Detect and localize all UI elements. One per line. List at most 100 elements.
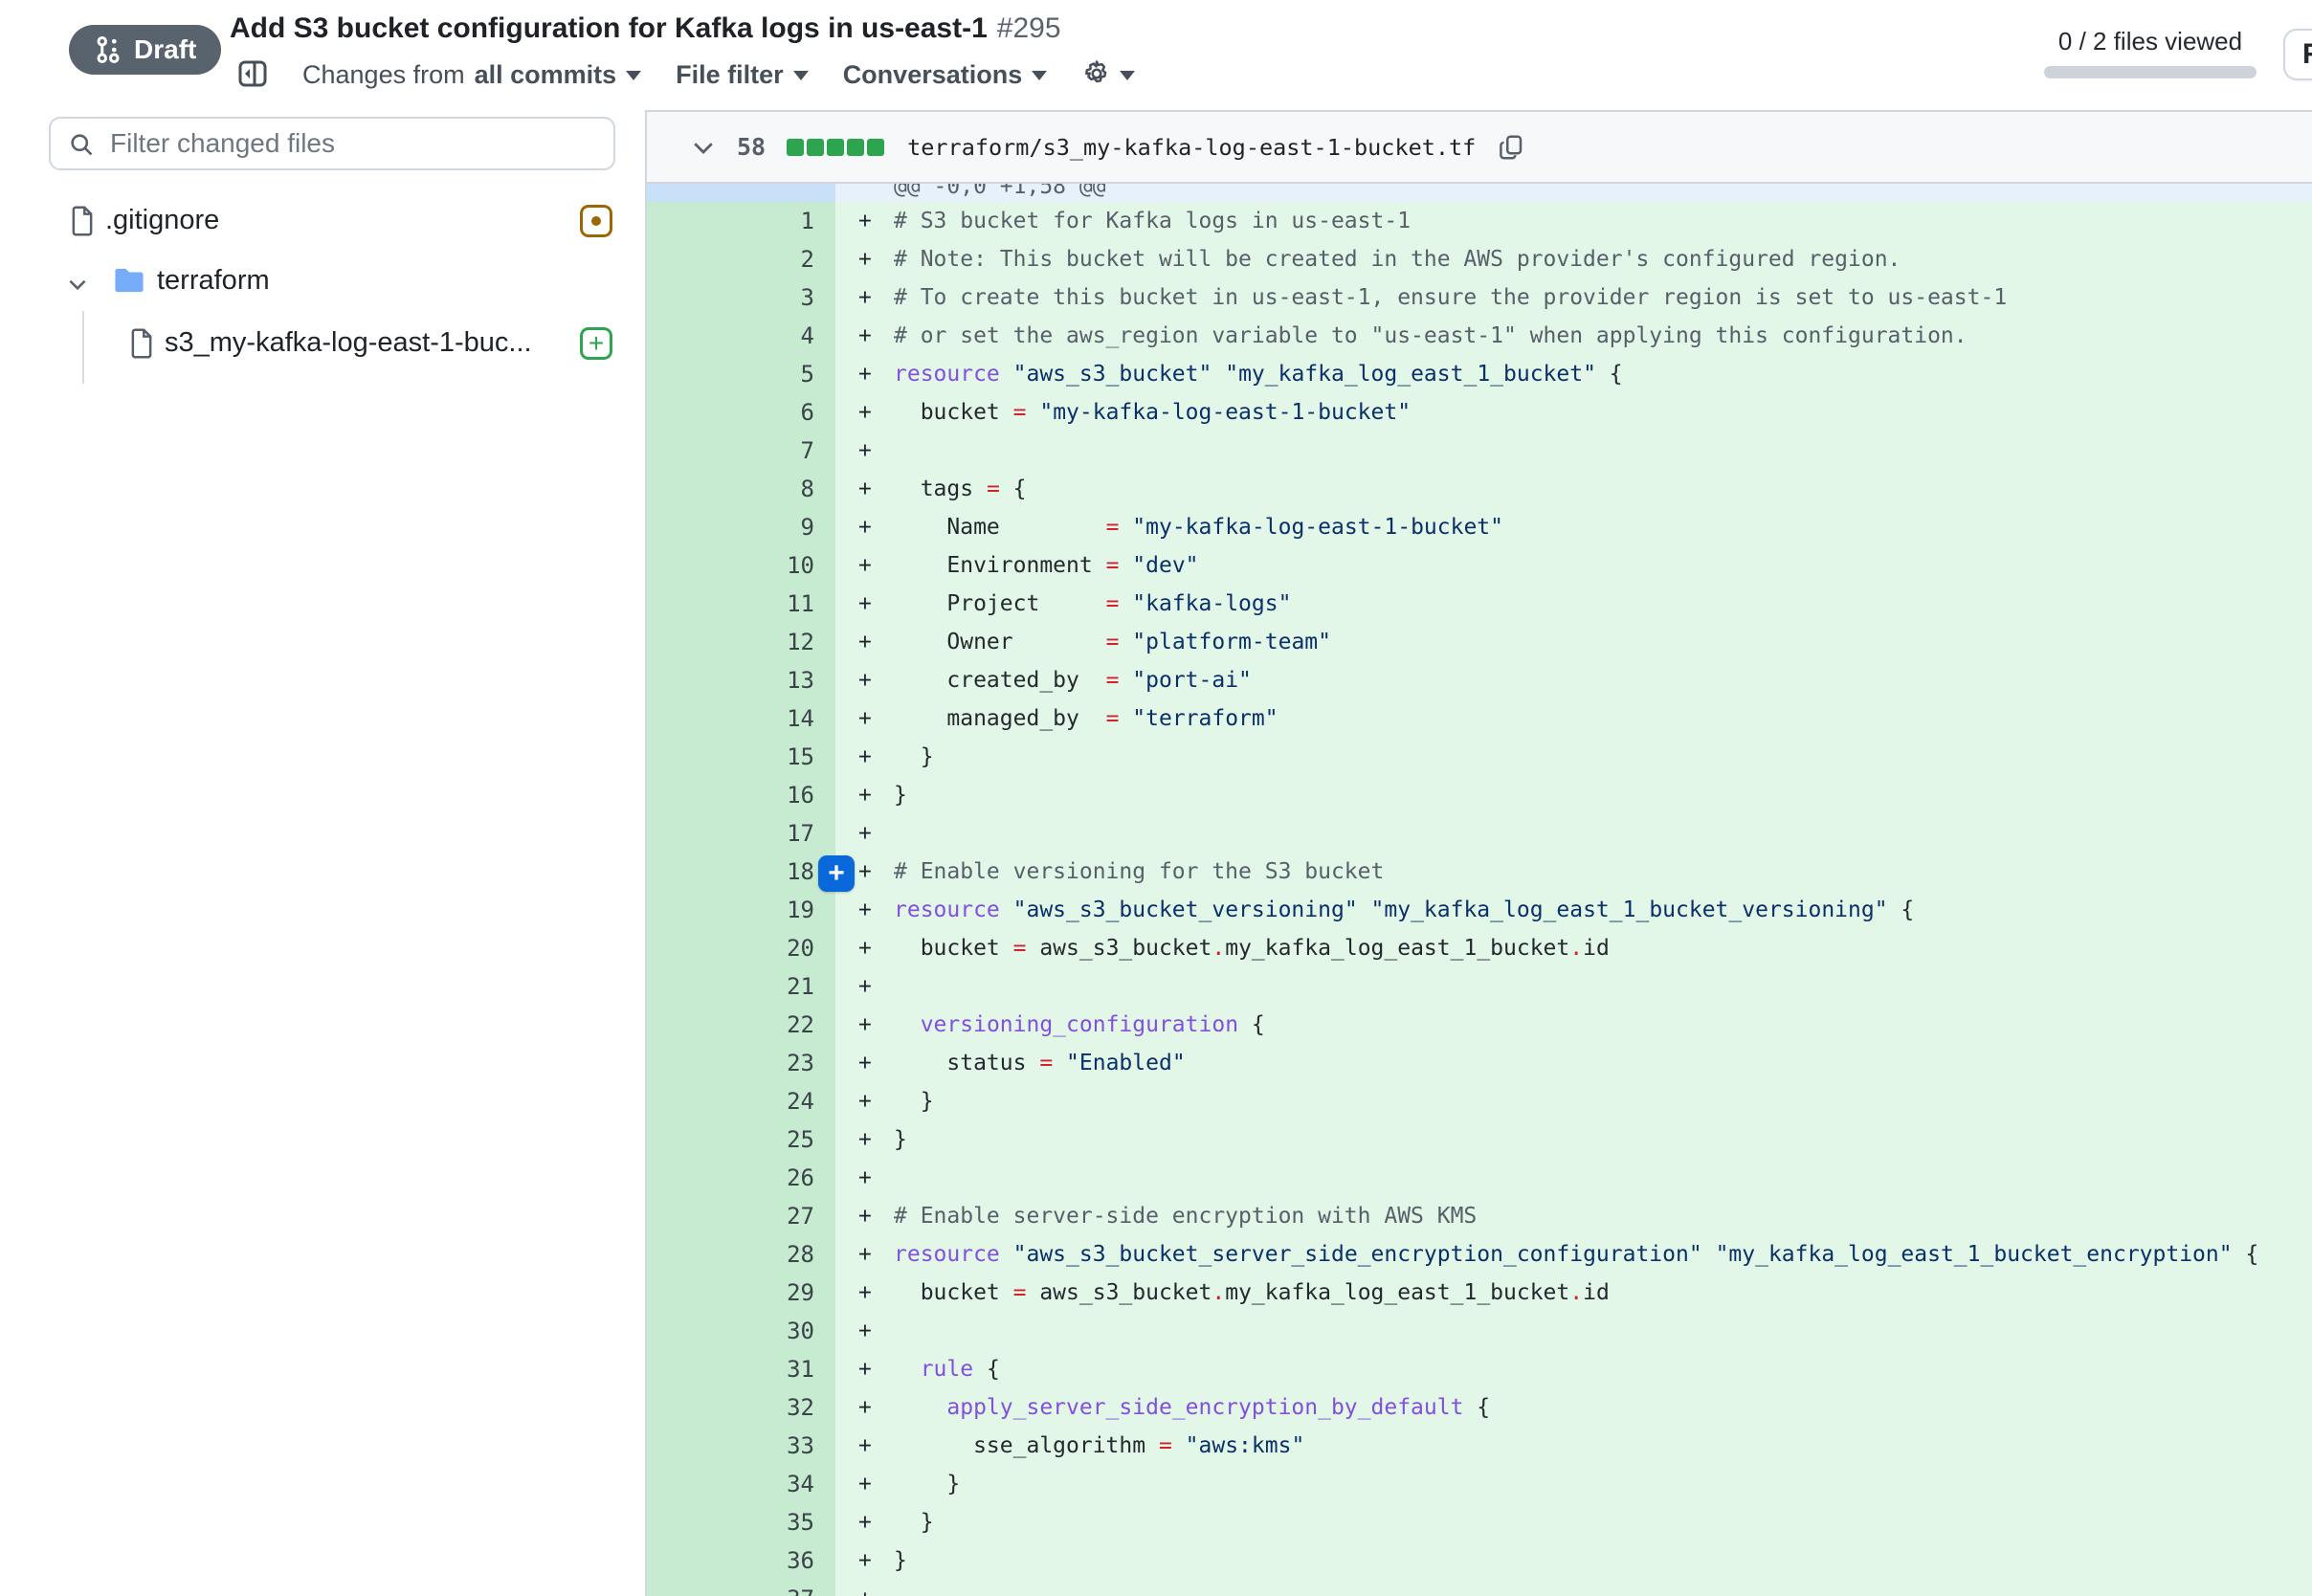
addition-marker: +	[858, 1541, 894, 1580]
line-number[interactable]: 23	[647, 1044, 835, 1082]
diff-line-row: 2+# Note: This bucket will be created in…	[647, 240, 2312, 278]
line-number[interactable]: 12	[647, 623, 835, 661]
line-number[interactable]: 20	[647, 929, 835, 967]
copy-path-button[interactable]	[1497, 133, 1525, 162]
line-number[interactable]: 37	[647, 1580, 835, 1596]
line-number[interactable]: 5	[647, 355, 835, 393]
line-number[interactable]: 6	[647, 393, 835, 432]
line-number[interactable]: 18	[647, 853, 835, 891]
line-number[interactable]: 9	[647, 508, 835, 546]
code-line: +resource "aws_s3_bucket_versioning" "my…	[835, 891, 2312, 929]
addition-marker: +	[858, 1465, 894, 1503]
code-line: + Name = "my-kafka-log-east-1-bucket"	[835, 508, 2312, 546]
line-number[interactable]: 17	[647, 814, 835, 853]
diff-line-row: 4+# or set the aws_region variable to "u…	[647, 317, 2312, 355]
line-number[interactable]: 24	[647, 1082, 835, 1120]
modified-badge	[580, 205, 612, 237]
chevron-down-icon	[1120, 71, 1135, 80]
code-line: +resource "aws_s3_bucket" "my_kafka_log_…	[835, 355, 2312, 393]
addition-marker: +	[858, 1006, 894, 1044]
line-number[interactable]: 8	[647, 470, 835, 508]
file-filter-dropdown[interactable]: File filter	[676, 60, 809, 90]
line-number[interactable]: 14	[647, 699, 835, 738]
diff-line-row: 32+ apply_server_side_encryption_by_defa…	[647, 1388, 2312, 1427]
diff-line-row: 21+	[647, 967, 2312, 1006]
line-number[interactable]: 29	[647, 1274, 835, 1312]
addition-marker: +	[858, 814, 894, 853]
panel-collapse-icon	[237, 58, 268, 92]
line-number[interactable]: 7	[647, 432, 835, 470]
line-number[interactable]: 2	[647, 240, 835, 278]
code-line: + rule {	[835, 1350, 2312, 1388]
file-tree-item-s3-bucket-tf[interactable]: s3_my-kafka-log-east-1-buc... +	[0, 321, 647, 366]
line-number[interactable]: 27	[647, 1197, 835, 1235]
line-number[interactable]: 15	[647, 738, 835, 776]
copy-icon	[1497, 133, 1525, 162]
diff-line-row: 35+ }	[647, 1503, 2312, 1541]
line-number[interactable]: 4	[647, 317, 835, 355]
diff-settings-dropdown[interactable]	[1081, 58, 1135, 92]
line-number[interactable]: 34	[647, 1465, 835, 1503]
diff-line-row: 37+	[647, 1580, 2312, 1596]
collapse-file-button[interactable]	[689, 133, 718, 162]
code-line: +# S3 bucket for Kafka logs in us-east-1	[835, 202, 2312, 240]
conversations-dropdown[interactable]: Conversations	[843, 60, 1048, 90]
changes-from-dropdown[interactable]: Changes from all commits	[302, 60, 641, 90]
diff-line-row: 28+resource "aws_s3_bucket_server_side_e…	[647, 1235, 2312, 1274]
line-number[interactable]: 11	[647, 585, 835, 623]
filter-changed-files-input[interactable]	[51, 119, 613, 168]
chevron-down-icon	[626, 71, 641, 80]
diff-line-row: 20+ bucket = aws_s3_bucket.my_kafka_log_…	[647, 929, 2312, 967]
addition-marker: +	[858, 585, 894, 623]
file-tree-item-gitignore[interactable]: .gitignore	[0, 198, 647, 244]
addition-marker: +	[858, 240, 894, 278]
add-comment-button[interactable]: +	[818, 855, 855, 892]
file-tree-item-terraform[interactable]: terraform	[0, 258, 647, 304]
line-number[interactable]: 25	[647, 1120, 835, 1159]
diff-line-row: 14+ managed_by = "terraform"	[647, 699, 2312, 738]
diff-line-row: 23+ status = "Enabled"	[647, 1044, 2312, 1082]
addition-marker: +	[858, 1503, 894, 1541]
line-number[interactable]: 21	[647, 967, 835, 1006]
line-number[interactable]: 35	[647, 1503, 835, 1541]
code-line: + sse_algorithm = "aws:kms"	[835, 1427, 2312, 1465]
line-number[interactable]: 19	[647, 891, 835, 929]
code-line: + bucket = "my-kafka-log-east-1-bucket"	[835, 393, 2312, 432]
line-number[interactable]: 26	[647, 1159, 835, 1197]
pr-header: Draft Add S3 bucket configuration for Ka…	[0, 0, 2312, 111]
file-icon	[69, 206, 96, 241]
addition-marker: +	[858, 1350, 894, 1388]
line-number[interactable]: 22	[647, 1006, 835, 1044]
line-number[interactable]: 36	[647, 1541, 835, 1580]
line-number[interactable]: 3	[647, 278, 835, 317]
line-number[interactable]: 33	[647, 1427, 835, 1465]
line-number[interactable]: 16	[647, 776, 835, 814]
diff-file-header: 58 terraform/s3_my-kafka-log-east-1-buck…	[647, 112, 2312, 184]
line-number[interactable]: 28	[647, 1235, 835, 1274]
diff-line-row: 13+ created_by = "port-ai"	[647, 661, 2312, 699]
addition-marker: +	[858, 661, 894, 699]
addition-marker: +	[858, 278, 894, 317]
code-line: + managed_by = "terraform"	[835, 699, 2312, 738]
diff-line-row: 7+	[647, 432, 2312, 470]
review-changes-button[interactable]: R	[2283, 29, 2312, 80]
line-number[interactable]: 32	[647, 1388, 835, 1427]
diff-panel: 5 8 terraform/s3_my-kafka-log-east-1-buck…	[645, 110, 2312, 1596]
file-filter-search	[49, 117, 615, 170]
line-number[interactable]: 13	[647, 661, 835, 699]
diff-line-row: 18+# Enable versioning for the S3 bucket	[647, 853, 2312, 891]
line-number[interactable]: 1	[647, 202, 835, 240]
diff-line-row: 24+ }	[647, 1082, 2312, 1120]
search-icon	[68, 131, 95, 158]
line-number[interactable]: 31	[647, 1350, 835, 1388]
sidebar-toggle-button[interactable]	[237, 58, 268, 92]
code-line: + }	[835, 1082, 2312, 1120]
diff-line-row: 3+# To create this bucket in us-east-1, …	[647, 278, 2312, 317]
addition-marker: +	[858, 929, 894, 967]
line-number[interactable]: 10	[647, 546, 835, 585]
line-number[interactable]: 30	[647, 1312, 835, 1350]
file-filter-label: File filter	[676, 60, 784, 90]
file-path-link[interactable]: terraform/s3_my-kafka-log-east-1-bucket.…	[907, 134, 1476, 161]
diffstat-block	[807, 139, 824, 156]
addition-marker: +	[858, 1197, 894, 1235]
